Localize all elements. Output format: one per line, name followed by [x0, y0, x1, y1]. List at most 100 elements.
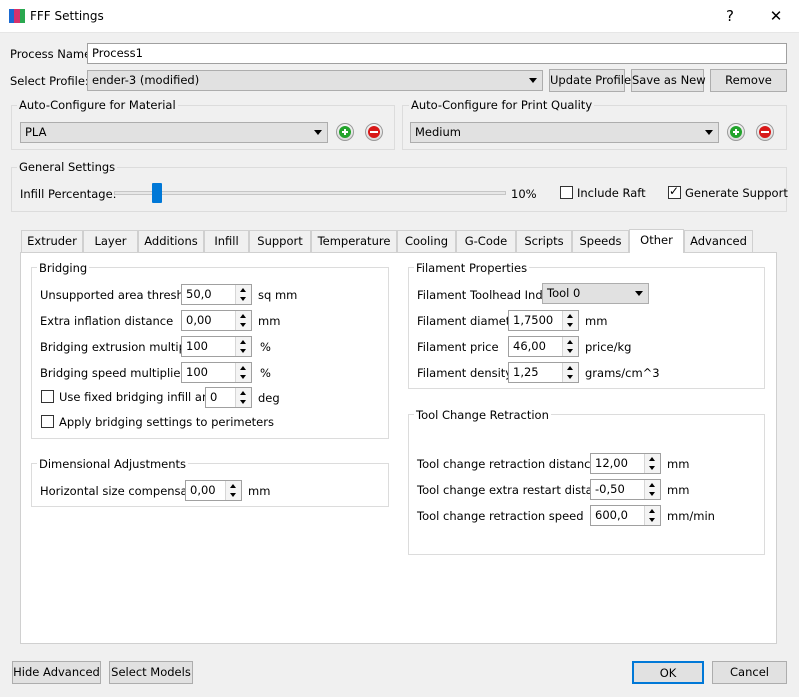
- bridging-speed-spinbox[interactable]: 100: [181, 362, 252, 383]
- spin-arrows-icon[interactable]: [644, 506, 660, 525]
- add-material-button[interactable]: [336, 123, 354, 141]
- ok-button[interactable]: OK: [632, 661, 704, 684]
- toolchange-speed-value: 600,0: [595, 508, 628, 522]
- toolchange-restart-label: Tool change extra restart distance: [417, 483, 614, 497]
- spin-arrows-icon[interactable]: [235, 363, 251, 382]
- extra-inflation-spinbox[interactable]: 0,00: [181, 310, 252, 331]
- chevron-down-icon: [529, 78, 537, 83]
- bridging-title: Bridging: [37, 261, 90, 275]
- horizontal-size-unit: mm: [248, 484, 271, 498]
- filament-diameter-value: 1,7500: [513, 313, 554, 327]
- window-title: FFF Settings: [30, 9, 104, 23]
- cancel-button[interactable]: Cancel: [712, 661, 787, 684]
- tab-temperature[interactable]: Temperature: [311, 230, 397, 252]
- filament-density-spinbox[interactable]: 1,25: [508, 362, 579, 383]
- filament-price-value: 46,00: [513, 339, 546, 353]
- toolchange-speed-unit: mm/min: [667, 509, 715, 523]
- filament-density-label: Filament density: [417, 366, 513, 380]
- filament-diameter-label: Filament diameter: [417, 314, 523, 328]
- filament-price-label: Filament price: [417, 340, 499, 354]
- spin-arrows-icon[interactable]: [644, 480, 660, 499]
- tab-gcode[interactable]: G-Code: [456, 230, 516, 252]
- chevron-down-icon: [314, 130, 322, 135]
- app-icon: [9, 8, 25, 24]
- horizontal-size-value: 0,00: [190, 483, 216, 497]
- chevron-down-icon: [705, 130, 713, 135]
- slider-handle[interactable]: [152, 183, 162, 203]
- filament-price-spinbox[interactable]: 46,00: [508, 336, 579, 357]
- tab-support[interactable]: Support: [249, 230, 311, 252]
- tab-infill[interactable]: Infill: [204, 230, 249, 252]
- quality-group-title: Auto-Configure for Print Quality: [409, 98, 595, 112]
- unsupported-area-unit: sq mm: [258, 288, 298, 302]
- quality-select[interactable]: Medium: [410, 122, 719, 143]
- hide-advanced-button[interactable]: Hide Advanced: [12, 661, 101, 684]
- save-as-new-button[interactable]: Save as New: [631, 69, 706, 92]
- spin-arrows-icon[interactable]: [225, 481, 241, 500]
- spin-arrows-icon[interactable]: [562, 363, 578, 382]
- tab-advanced[interactable]: Advanced: [684, 230, 753, 252]
- unsupported-area-spinbox[interactable]: 50,0: [181, 284, 252, 305]
- include-raft-checkbox[interactable]: [560, 186, 573, 199]
- extra-inflation-label: Extra inflation distance: [40, 314, 174, 328]
- material-select[interactable]: PLA: [20, 122, 328, 143]
- tab-other[interactable]: Other: [629, 229, 684, 253]
- tab-extruder[interactable]: Extruder: [21, 230, 83, 252]
- spin-arrows-icon[interactable]: [235, 285, 251, 304]
- dimensional-title: Dimensional Adjustments: [37, 457, 189, 471]
- general-settings-title: General Settings: [17, 160, 118, 174]
- spin-arrows-icon[interactable]: [562, 311, 578, 330]
- remove-material-button[interactable]: [365, 123, 383, 141]
- process-name-input[interactable]: Process1: [87, 43, 787, 64]
- toolchange-speed-spinbox[interactable]: 600,0: [590, 505, 661, 526]
- bridging-extrusion-value: 100: [186, 339, 208, 353]
- tab-additions[interactable]: Additions: [138, 230, 204, 252]
- select-models-button[interactable]: Select Models: [109, 661, 193, 684]
- add-quality-button[interactable]: [727, 123, 745, 141]
- close-button[interactable]: ✕: [753, 0, 799, 33]
- fixed-angle-label: Use fixed bridging infill angle: [59, 390, 227, 404]
- horizontal-size-spinbox[interactable]: 0,00: [185, 480, 242, 501]
- spin-arrows-icon[interactable]: [235, 337, 251, 356]
- unsupported-area-label: Unsupported area threshold: [40, 288, 202, 302]
- fixed-angle-value: 0: [210, 390, 218, 404]
- help-button[interactable]: ?: [707, 0, 753, 33]
- slider-track: [114, 191, 506, 195]
- select-profile-label: Select Profile:: [10, 74, 89, 88]
- tab-layer[interactable]: Layer: [83, 230, 138, 252]
- update-profile-button[interactable]: Update Profile: [549, 69, 631, 92]
- bridging-extrusion-unit: %: [260, 340, 271, 354]
- process-name-label: Process Name:: [10, 47, 96, 61]
- bridging-perimeters-checkbox[interactable]: [41, 415, 54, 428]
- spin-arrows-icon[interactable]: [235, 388, 251, 407]
- minus-icon: [368, 126, 380, 138]
- remove-button[interactable]: Remove: [710, 69, 787, 92]
- infill-percentage-label: Infill Percentage:: [20, 187, 117, 201]
- toolhead-index-value: Tool 0: [547, 286, 581, 300]
- profile-select[interactable]: ender-3 (modified): [87, 70, 543, 91]
- material-select-value: PLA: [25, 125, 47, 139]
- title-bar: FFF Settings ? ✕: [0, 0, 799, 33]
- spin-arrows-icon[interactable]: [235, 311, 251, 330]
- tab-scripts[interactable]: Scripts: [516, 230, 572, 252]
- bridging-extrusion-label: Bridging extrusion multiplier: [40, 340, 205, 354]
- plus-icon: [339, 126, 351, 138]
- filament-diameter-spinbox[interactable]: 1,7500: [508, 310, 579, 331]
- bridging-extrusion-spinbox[interactable]: 100: [181, 336, 252, 357]
- remove-quality-button[interactable]: [756, 123, 774, 141]
- checkmark-icon: ✓: [669, 184, 680, 198]
- toolchange-restart-spinbox[interactable]: -0,50: [590, 479, 661, 500]
- fixed-angle-checkbox[interactable]: [41, 390, 54, 403]
- infill-slider[interactable]: [114, 183, 506, 203]
- generate-support-checkbox[interactable]: ✓: [668, 184, 681, 199]
- fixed-angle-spinbox[interactable]: 0: [205, 387, 252, 408]
- spin-arrows-icon[interactable]: [644, 454, 660, 473]
- spin-arrows-icon[interactable]: [562, 337, 578, 356]
- bridging-perimeters-label: Apply bridging settings to perimeters: [59, 415, 274, 429]
- toolhead-index-select[interactable]: Tool 0: [542, 283, 649, 304]
- toolchange-distance-spinbox[interactable]: 12,00: [590, 453, 661, 474]
- plus-icon: [730, 126, 742, 138]
- tab-speeds[interactable]: Speeds: [572, 230, 629, 252]
- tab-cooling[interactable]: Cooling: [397, 230, 456, 252]
- bridging-speed-unit: %: [260, 366, 271, 380]
